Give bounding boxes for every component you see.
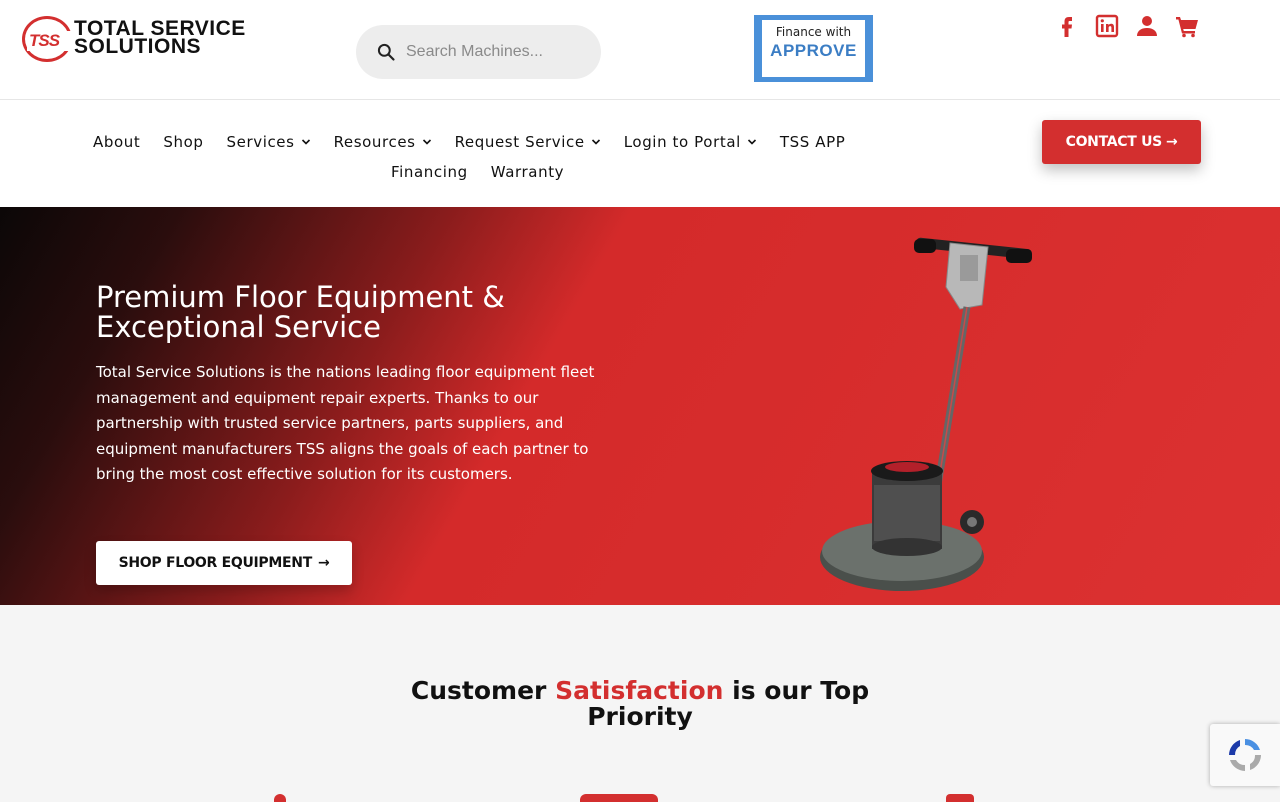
shop-floor-equipment-button[interactable]: SHOP FLOOR EQUIPMENT → (96, 541, 352, 585)
main-navigation: About Shop Services Resources Request Se… (0, 100, 1280, 207)
nav-label: TSS APP (779, 133, 846, 151)
logo-line-2: SOLUTIONS (74, 35, 202, 58)
hero-title: Premium Floor Equipment & Exceptional Se… (96, 280, 505, 344)
feature-icon-top (274, 794, 286, 802)
recaptcha-badge[interactable] (1210, 724, 1280, 786)
section-heading: Customer Satisfaction is our Top Priorit… (0, 678, 1280, 730)
nav-item-login-portal[interactable]: Login to Portal (624, 133, 757, 151)
logo-text: TOTAL SERVICE SOLUTIONS (74, 18, 246, 58)
nav-label: Warranty (490, 163, 565, 181)
section-heading-line-2: Priority (587, 702, 693, 731)
nav-label: Login to Portal (623, 133, 741, 151)
nav-item-resources[interactable]: Resources (334, 133, 432, 151)
feature-icon-top (946, 794, 974, 802)
nav-label: Request Service (454, 133, 585, 151)
nav-label: Services (226, 133, 295, 151)
recaptcha-icon (1229, 739, 1261, 771)
arrow-right-icon: → (1165, 134, 1178, 150)
finance-small-text: Finance with (775, 25, 852, 39)
chevron-down-icon (591, 139, 600, 145)
nav-item-shop[interactable]: Shop (163, 133, 203, 151)
hero-banner: Premium Floor Equipment & Exceptional Se… (0, 207, 1280, 605)
chevron-down-icon (301, 139, 310, 145)
nav-row-1: About Shop Services Resources Request Se… (93, 133, 845, 151)
nav-item-warranty[interactable]: Warranty (491, 163, 564, 181)
user-icon[interactable] (1135, 14, 1159, 38)
cart-icon[interactable] (1175, 14, 1199, 38)
nav-row-2: Financing Warranty (391, 163, 564, 181)
hero-description: Total Service Solutions is the nations l… (96, 363, 595, 484)
nav-label: Resources (333, 133, 416, 151)
finance-brand-text: APPROVE (770, 41, 857, 60)
nav-item-request-service[interactable]: Request Service (455, 133, 601, 151)
top-bar: TSS TOTAL SERVICE SOLUTIONS Finance with… (0, 0, 1280, 100)
contact-us-label: CONTACT US (1065, 134, 1163, 150)
search-box[interactable] (356, 25, 601, 79)
heading-accent: Satisfaction (555, 676, 724, 705)
heading-post: is our Top (723, 676, 870, 705)
finance-badge[interactable]: Finance with APPROVE (754, 15, 873, 82)
facebook-icon[interactable] (1055, 14, 1079, 38)
nav-label: About (93, 133, 141, 151)
nav-item-financing[interactable]: Financing (391, 163, 468, 181)
shop-button-label: SHOP FLOOR EQUIPMENT (118, 555, 313, 571)
chevron-down-icon (422, 139, 431, 145)
section-heading-line-1: Customer Satisfaction is our Top (0, 678, 1280, 704)
finance-badge-inner: Finance with APPROVE (762, 20, 865, 77)
nav-label: Financing (391, 163, 468, 181)
contact-us-button[interactable]: CONTACT US → (1042, 120, 1201, 164)
site-logo[interactable]: TSS TOTAL SERVICE SOLUTIONS (22, 14, 272, 66)
heading-pre: Customer (410, 676, 556, 705)
nav-label: Shop (163, 133, 204, 151)
search-icon (377, 43, 395, 61)
nav-item-services[interactable]: Services (227, 133, 311, 151)
floor-buffer-machine-image (820, 237, 1032, 591)
social-icons (1055, 14, 1199, 38)
chevron-down-icon (747, 139, 756, 145)
nav-item-tss-app[interactable]: TSS APP (780, 133, 846, 151)
search-input[interactable] (406, 43, 586, 61)
nav-item-about[interactable]: About (93, 133, 140, 151)
linkedin-icon[interactable] (1095, 14, 1119, 38)
logo-mark: TSS (22, 16, 83, 62)
arrow-right-icon: → (317, 555, 330, 571)
feature-icon-top (580, 794, 658, 802)
